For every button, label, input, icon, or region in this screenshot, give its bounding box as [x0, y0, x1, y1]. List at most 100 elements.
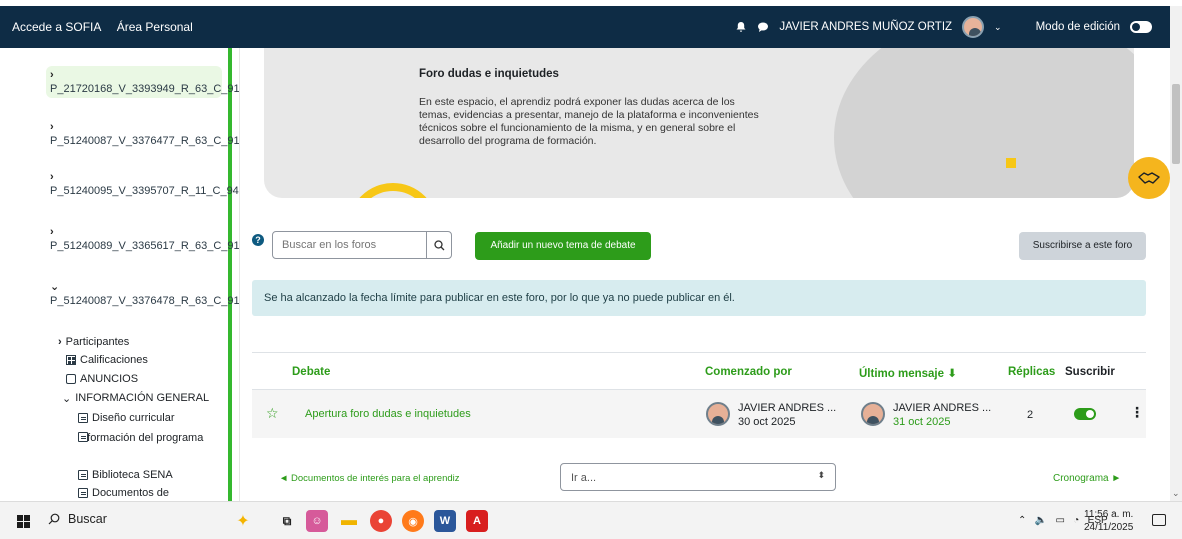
user-avatar[interactable] — [962, 16, 985, 38]
sidebar-course-1[interactable]: › P_21720168_V_3393949_R_63_C_9120 — [46, 66, 239, 98]
chat-icon[interactable] — [757, 21, 769, 33]
sidebar-accent-rail — [228, 48, 232, 501]
grid-icon — [66, 355, 76, 365]
help-icon[interactable]: ? — [252, 234, 264, 246]
link-accede-sofia[interactable]: Accede a SOFIA — [12, 20, 101, 34]
bell-icon[interactable] — [735, 21, 747, 33]
copilot-sparkle-icon[interactable]: ✦ — [232, 510, 254, 532]
file-explorer-icon[interactable]: ▬ — [338, 510, 360, 532]
decorative-circle — [834, 48, 1134, 198]
deadline-alert: Se ha alcanzado la fecha límite para pub… — [252, 280, 1146, 316]
sidebar-item-label: ANUNCIOS — [80, 373, 139, 385]
clock-date: 24/11/2025 — [1084, 522, 1134, 533]
chevron-right-icon: › — [58, 336, 62, 348]
word-icon[interactable]: W — [434, 510, 456, 532]
sidebar-course-3[interactable]: › P_51240095_V_3395707_R_11_C_9405 — [50, 170, 239, 198]
sidebar-item-label: Información del programa — [78, 432, 204, 444]
last-author-name[interactable]: JAVIER ANDRES ... — [893, 401, 991, 415]
subscribe-toggle[interactable] — [1074, 408, 1096, 420]
forum-search — [272, 231, 452, 259]
discussion-table: Debate Comenzado por Último mensaje ⬇ Ré… — [252, 352, 1146, 438]
sidebar-item-label: Participantes — [65, 336, 130, 348]
discussion-link[interactable]: Apertura foro dudas e inquietudes — [305, 408, 471, 420]
chevron-right-icon[interactable]: › — [50, 225, 226, 239]
sidebar-course-label[interactable]: P_51240089_V_3365617_R_63_C_9120 — [50, 240, 239, 252]
firefox-icon[interactable]: ◉ — [402, 510, 424, 532]
replies-count: 2 — [1027, 409, 1034, 421]
sidebar-item-informacion-general[interactable]: ⌄ INFORMACIÓN GENERAL — [62, 392, 209, 405]
sidebar-item-label: Biblioteca SENA — [92, 469, 173, 481]
last-post-date[interactable]: 31 oct 2025 — [893, 415, 991, 429]
chevron-down-icon[interactable]: ⌄ — [994, 22, 1002, 33]
subscribe-forum-button[interactable]: Suscribirse a este foro — [1019, 232, 1146, 260]
character-app-icon[interactable]: ☺ — [306, 510, 328, 532]
scroll-down-icon[interactable]: ⌄ — [1172, 488, 1180, 499]
sidebar-item-documentos[interactable]: Documentos de — [78, 487, 169, 499]
sidebar-item-label: Diseño curricular — [92, 412, 175, 424]
started-by-cell: JAVIER ANDRES ... 30 oct 2025 — [738, 401, 836, 429]
acrobat-icon[interactable]: A — [466, 510, 488, 532]
sidebar-course-2[interactable]: › P_51240087_V_3376477_R_63_C_9120 — [50, 120, 239, 148]
header-debate[interactable]: Debate — [292, 366, 330, 378]
author-avatar[interactable] — [706, 402, 730, 426]
sidebar-item-diseno-curricular[interactable]: Diseño curricular — [78, 412, 175, 424]
sidebar-course-label[interactable]: P_51240087_V_3376478_R_63_C_9120 — [50, 295, 239, 307]
sidebar-item-label: Documentos de — [92, 487, 170, 499]
chevron-right-icon[interactable]: › — [50, 170, 226, 184]
chevron-right-icon[interactable]: › — [50, 68, 218, 82]
taskbar-search[interactable]: Buscar — [48, 512, 107, 526]
last-author-avatar[interactable] — [861, 402, 885, 426]
sidebar-item-calificaciones[interactable]: Calificaciones — [66, 354, 148, 366]
forum-description: En este espacio, el aprendiz podrá expon… — [419, 96, 759, 147]
edit-mode-toggle[interactable] — [1130, 21, 1152, 33]
chevron-down-icon[interactable]: ⌄ — [50, 280, 226, 294]
document-icon — [78, 413, 88, 423]
course-index-sidebar: › P_21720168_V_3393949_R_63_C_9120 › P_5… — [0, 48, 240, 501]
sidebar-course-label[interactable]: P_51240095_V_3395707_R_11_C_9405 — [50, 185, 239, 197]
windows-start-icon[interactable] — [17, 515, 30, 528]
task-view-icon[interactable]: ⧉ — [276, 510, 298, 532]
top-right-controls: JAVIER ANDRES MUÑOZ ORTIZ ⌄ Modo de edic… — [735, 15, 1152, 39]
sidebar-item-anuncios[interactable]: ANUNCIOS — [66, 373, 138, 385]
chevron-right-icon[interactable]: › — [50, 120, 226, 134]
page-scrollbar[interactable]: ⌄ — [1170, 6, 1182, 501]
decorative-arc — [348, 183, 438, 198]
clock[interactable]: 11:56 a. m. 24/11/2025 — [1084, 508, 1133, 534]
sidebar-item-biblioteca[interactable]: Biblioteca SENA — [78, 469, 173, 481]
sidebar-item-informacion-programa[interactable]: Información del programa — [78, 431, 218, 446]
document-icon — [78, 470, 88, 480]
sidebar-course-4[interactable]: › P_51240089_V_3365617_R_63_C_9120 — [50, 225, 239, 253]
sidebar-item-label: INFORMACIÓN GENERAL — [75, 392, 210, 404]
chrome-icon[interactable]: ● — [370, 510, 392, 532]
scrollbar-thumb[interactable] — [1172, 84, 1180, 164]
os-taskbar: Buscar ✦ ⧉ ☺ ▬ ● ◉ W A ⌃ 🔈 ▭ ◔ ESP 11:56… — [0, 501, 1182, 539]
top-links: Accede a SOFIA Área Personal — [12, 20, 205, 34]
more-options-icon[interactable]: ⋮ — [1130, 404, 1144, 421]
search-icon — [48, 513, 60, 525]
chevron-down-icon: ⌄ — [62, 393, 72, 405]
header-replies[interactable]: Réplicas — [1008, 366, 1055, 378]
forum-search-input[interactable] — [282, 233, 426, 257]
author-name[interactable]: JAVIER ANDRES ... — [738, 401, 836, 415]
star-icon[interactable]: ☆ — [266, 405, 279, 422]
notifications-icon[interactable] — [1152, 514, 1166, 526]
sidebar-course-label[interactable]: P_51240087_V_3376477_R_63_C_9120 — [50, 135, 239, 147]
jump-to-select[interactable]: Ir a... ⬍ — [560, 463, 836, 491]
link-area-personal[interactable]: Área Personal — [117, 20, 193, 34]
decorative-square — [1006, 158, 1016, 168]
header-last-post[interactable]: Último mensaje ⬇ — [859, 366, 957, 380]
add-discussion-button[interactable]: Añadir un nuevo tema de debate — [475, 232, 651, 260]
sidebar-course-label[interactable]: P_21720168_V_3393949_R_63_C_9120 — [50, 83, 239, 95]
header-started-by[interactable]: Comenzado por — [705, 366, 792, 378]
sidebar-item-participantes[interactable]: › Participantes — [58, 336, 129, 348]
handshake-icon[interactable] — [1128, 157, 1170, 199]
table-row: ☆ Apertura foro dudas e inquietudes JAVI… — [252, 390, 1146, 438]
prev-activity-link[interactable]: ◄ Documentos de interés para el aprendiz — [279, 473, 460, 484]
search-button[interactable] — [426, 232, 451, 258]
user-name[interactable]: JAVIER ANDRES MUÑOZ ORTIZ — [779, 21, 952, 33]
document-icon — [78, 488, 88, 498]
sidebar-course-5[interactable]: ⌄ P_51240087_V_3376478_R_63_C_9120 — [50, 280, 239, 308]
forum-icon — [66, 374, 76, 384]
jump-to-value: Ir a... — [571, 472, 597, 484]
next-activity-link[interactable]: Cronograma ► — [1053, 473, 1121, 484]
